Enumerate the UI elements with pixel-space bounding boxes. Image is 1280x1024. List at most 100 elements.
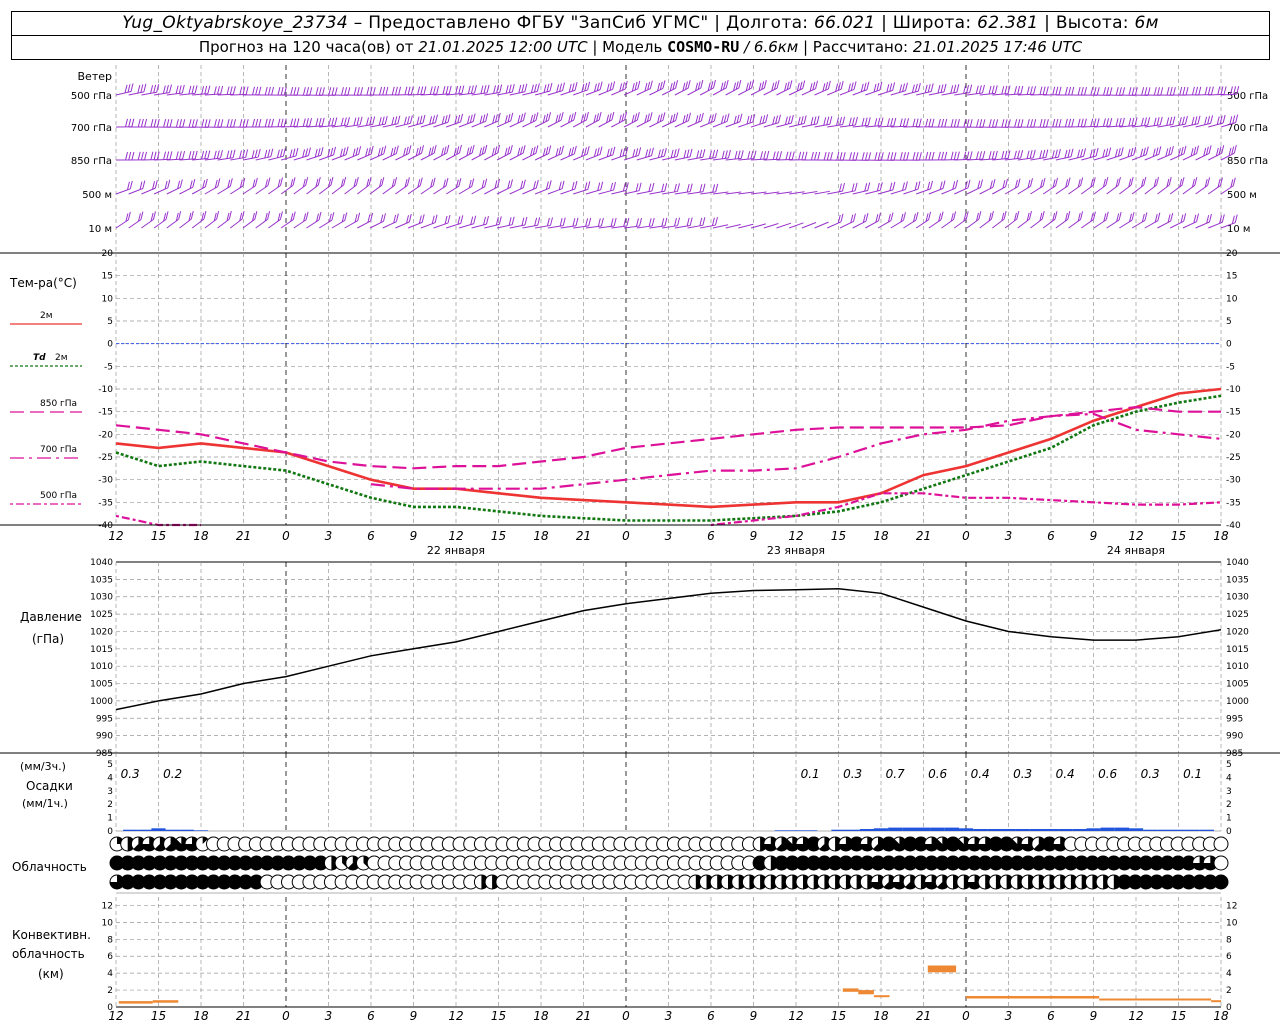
wind-barb [1169, 220, 1184, 229]
wind-barb-flag [277, 86, 281, 96]
precip-ytick-left: 4 [107, 773, 113, 783]
wind-barb-flag [357, 212, 361, 221]
wind-barb [712, 120, 728, 128]
precip-bar [888, 827, 903, 831]
wind-barb-flag [404, 86, 408, 95]
wind-barb-flag [169, 119, 173, 128]
time-tick-label-bottom: 15 [491, 1009, 506, 1023]
wind-barb [725, 121, 741, 128]
wind-barb-flag [1185, 86, 1189, 96]
wind-barb [1004, 186, 1019, 195]
wind-barb-flag [892, 82, 896, 91]
wind-barb-flag [953, 118, 957, 128]
precip-total-label: 0.1 [801, 767, 820, 781]
wind-barb-flag [535, 145, 539, 154]
wind-barb-flag [988, 85, 992, 95]
wind-barb-flag [662, 112, 666, 121]
wind-barb-flag [903, 212, 906, 221]
wind-barb-flag [315, 118, 319, 127]
wind-barb-flag [979, 119, 983, 128]
wind-barb [649, 119, 664, 128]
wind-barb-flag [867, 117, 871, 126]
wind-barb-flag [245, 149, 249, 158]
wind-barb-flag [1004, 85, 1008, 95]
wind-barb-flag [473, 215, 477, 224]
wind-barb-flag [902, 118, 906, 127]
lon-value: 66.021 [814, 13, 876, 33]
wind-barb-flag [725, 79, 729, 89]
wind-barb-flag [1178, 117, 1182, 126]
time-tick-label: 0 [622, 529, 630, 543]
wind-barb [700, 87, 714, 96]
wind-barb-flag [1128, 118, 1132, 127]
wind-barb-flag [930, 83, 934, 92]
wind-barb-flag [675, 80, 679, 89]
wind-barb-flag [944, 151, 948, 160]
wind-barb-flag [1130, 176, 1134, 186]
time-tick-label-bottom: 0 [622, 1009, 630, 1023]
wind-barb-flag [429, 116, 433, 125]
precip-bar [873, 828, 889, 831]
wind-barb-flag [321, 117, 325, 126]
wind-barb-flag [1140, 148, 1144, 157]
conv-bar [1211, 1000, 1221, 1003]
wind-barb-flag [560, 112, 564, 121]
wind-barb-flag [470, 85, 474, 94]
wind-barb [1106, 219, 1120, 229]
time-tick-label-bottom: 18 [533, 1009, 549, 1023]
wind-barb [433, 222, 449, 229]
wind-barb-flag [622, 182, 626, 192]
wind-barb-flag [585, 218, 589, 227]
wind-barb [636, 119, 651, 128]
wind-barb-flag [791, 151, 795, 160]
wind-barb-flag [995, 119, 999, 128]
wind-barb-flag [381, 177, 385, 186]
wind-barb-flag [906, 152, 910, 161]
wind-barb [306, 154, 322, 161]
conv-title: Конвективн. [12, 928, 91, 942]
conv-bar [1099, 998, 1212, 1001]
wind-level-right: 500 гПа [1227, 91, 1268, 102]
wind-barb [433, 152, 448, 161]
wind-barb-flag [575, 217, 579, 226]
wind-barb-flag [406, 115, 410, 125]
wind-barb-flag [1159, 116, 1163, 125]
wind-barb-flag [1194, 177, 1198, 186]
wind-barb-flag [1030, 119, 1033, 128]
wind-barb-flag [940, 84, 944, 93]
wind-barb-flag [1103, 87, 1107, 96]
precip-bar [1185, 829, 1200, 831]
wind-barb-flag [524, 83, 528, 92]
wind-barb-flag [267, 177, 271, 186]
wind-barb-flag [953, 211, 957, 220]
precip-total-label: 0.6 [928, 767, 947, 781]
wind-barb [547, 119, 562, 128]
wind-barb-flag [573, 145, 577, 155]
wind-barb-flag [925, 118, 929, 127]
wind-barb-flag [559, 83, 563, 92]
wind-barb-flag [486, 84, 490, 93]
wind-barb-flag [498, 216, 502, 225]
wind-barb-flag [382, 213, 386, 222]
wind-barb [458, 152, 473, 161]
wind-barb-flag [766, 150, 770, 160]
wind-barb-flag [861, 152, 865, 161]
wind-barb [471, 152, 486, 161]
wind-barb [687, 120, 702, 128]
wind-barb [865, 220, 879, 229]
precip-total-label: 0.4 [1056, 767, 1075, 781]
wind-barb-flag [480, 85, 484, 94]
wind-barb-flag [747, 151, 751, 160]
precip-total-label: 0.3 [1141, 767, 1160, 781]
wind-barb-flag [156, 119, 160, 128]
wind-barb-flag [1115, 118, 1119, 127]
wind-barb-flag [1093, 87, 1097, 96]
wind-barb-flag [124, 84, 128, 94]
wind-barb [560, 153, 575, 161]
wind-barb [674, 87, 689, 96]
wind-barb-flag [317, 148, 321, 157]
wind-barb-flag [466, 115, 470, 124]
conv-ytick-left: 12 [102, 901, 113, 911]
wind-barb-flag [407, 86, 411, 95]
wind-barb-flag [144, 151, 148, 160]
